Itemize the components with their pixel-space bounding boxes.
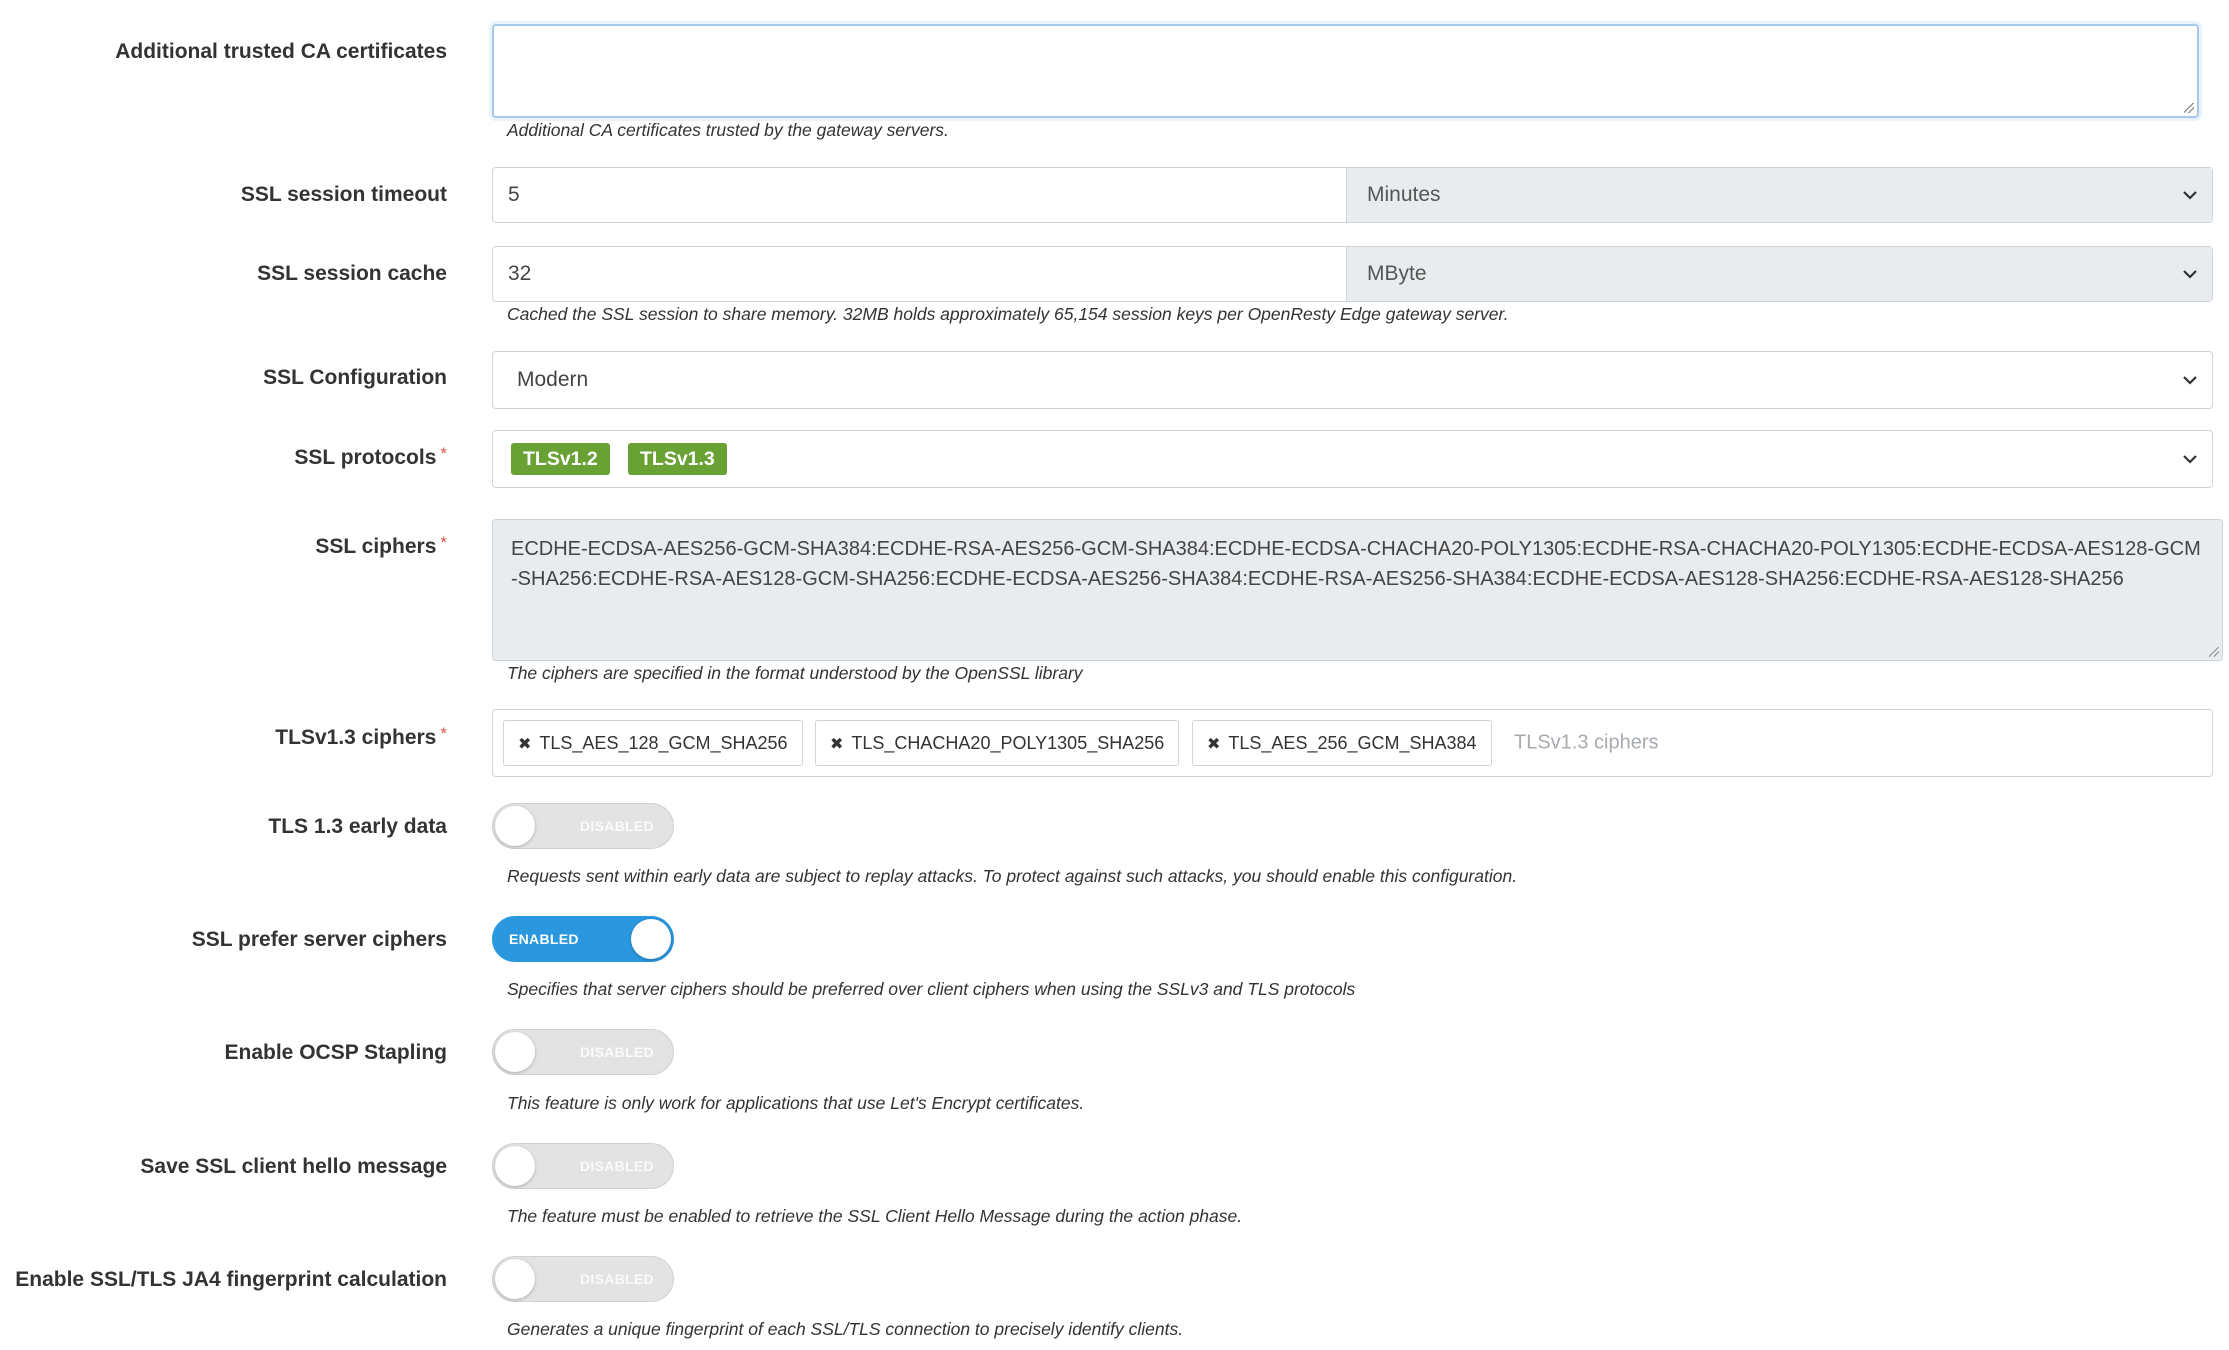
ssl-ciphers-label: SSL ciphers * (315, 533, 447, 558)
session-cache-group: 32 MByte (492, 246, 2213, 302)
additional-ca-label: Additional trusted CA certificates (115, 40, 447, 63)
cipher-chip-label: TLS_AES_256_GCM_SHA384 (1228, 733, 1477, 753)
cipher-chip: ✖ TLS_CHACHA20_POLY1305_SHA256 (815, 720, 1180, 766)
session-cache-label: SSL session cache (257, 262, 447, 285)
session-timeout-input[interactable]: 5 (508, 183, 520, 207)
required-marker: * (440, 724, 447, 743)
early-data-label: TLS 1.3 early data (268, 815, 447, 838)
prefer-server-ciphers-toggle[interactable]: ENABLED (492, 916, 674, 962)
session-cache-unit-select[interactable]: MByte (1346, 247, 2212, 301)
session-cache-unit-value: MByte (1367, 262, 1427, 285)
ssl-ciphers-textarea[interactable]: ECDHE-ECDSA-AES256-GCM-SHA384:ECDHE-RSA-… (492, 519, 2223, 661)
ssl-configuration-value: Modern (517, 368, 589, 391)
session-timeout-group: 5 Minutes (492, 167, 2213, 223)
session-cache-help: Cached the SSL session to share memory. … (507, 304, 1509, 324)
tls13-ciphers-label: TLSv1.3 ciphers * (275, 724, 447, 749)
chevron-down-icon (2183, 270, 2197, 279)
remove-icon[interactable]: ✖ (830, 736, 843, 753)
ja4-help: Generates a unique fingerprint of each S… (507, 1319, 1184, 1339)
ssl-ciphers-value: ECDHE-ECDSA-AES256-GCM-SHA384:ECDHE-RSA-… (511, 538, 2201, 590)
chevron-down-icon (2183, 455, 2197, 464)
resize-grip-icon[interactable] (2184, 103, 2194, 113)
client-hello-toggle[interactable]: DISABLED (492, 1143, 674, 1189)
ssl-protocols-select[interactable]: TLSv1.2 TLSv1.3 (492, 430, 2213, 488)
session-timeout-unit-select[interactable]: Minutes (1346, 168, 2212, 222)
toggle-state: DISABLED (580, 818, 654, 834)
prefer-server-ciphers-help: Specifies that server ciphers should be … (507, 979, 1356, 999)
ja4-toggle[interactable]: DISABLED (492, 1256, 674, 1302)
ocsp-stapling-toggle[interactable]: DISABLED (492, 1029, 674, 1075)
ssl-configuration-label: SSL Configuration (263, 366, 447, 389)
client-hello-help: The feature must be enabled to retrieve … (507, 1206, 1243, 1226)
session-timeout-label: SSL session timeout (240, 183, 447, 206)
chevron-down-icon (2183, 191, 2197, 200)
toggle-knob (495, 1032, 535, 1072)
toggle-state: ENABLED (509, 931, 579, 947)
session-timeout-unit-value: Minutes (1367, 183, 1441, 206)
ocsp-stapling-help: This feature is only work for applicatio… (507, 1093, 1085, 1113)
client-hello-label: Save SSL client hello message (140, 1155, 447, 1178)
toggle-state: DISABLED (580, 1271, 654, 1287)
additional-ca-textarea[interactable] (492, 24, 2199, 118)
early-data-toggle[interactable]: DISABLED (492, 803, 674, 849)
ja4-label: Enable SSL/TLS JA4 fingerprint calculati… (15, 1268, 447, 1291)
session-cache-input[interactable]: 32 (508, 262, 531, 286)
toggle-knob (495, 1146, 535, 1186)
toggle-knob (495, 806, 535, 846)
prefer-server-ciphers-label: SSL prefer server ciphers (191, 928, 447, 951)
cipher-chip-label: TLS_AES_128_GCM_SHA256 (539, 733, 788, 753)
early-data-help: Requests sent within early data are subj… (507, 866, 1518, 886)
ssl-ciphers-help: The ciphers are specified in the format … (507, 663, 1083, 683)
ocsp-stapling-label: Enable OCSP Stapling (224, 1041, 448, 1064)
ssl-configuration-select[interactable]: Modern (492, 351, 2213, 409)
cipher-chip: ✖ TLS_AES_128_GCM_SHA256 (503, 720, 803, 766)
remove-icon[interactable]: ✖ (1207, 736, 1220, 753)
toggle-state: DISABLED (580, 1044, 654, 1060)
cipher-chip-label: TLS_CHACHA20_POLY1305_SHA256 (851, 733, 1165, 753)
additional-ca-help: Additional CA certificates trusted by th… (507, 120, 949, 140)
required-marker: * (440, 533, 447, 552)
required-marker: * (440, 444, 447, 463)
tls13-ciphers-search-input[interactable]: TLSv1.3 ciphers (1514, 732, 1659, 755)
resize-grip-icon[interactable] (2209, 647, 2219, 657)
protocol-tag[interactable]: TLSv1.3 (628, 443, 727, 475)
cipher-chip: ✖ TLS_AES_256_GCM_SHA384 (1192, 720, 1492, 766)
tls13-ciphers-multiselect[interactable]: ✖ TLS_AES_128_GCM_SHA256 ✖ TLS_CHACHA20_PO… (492, 709, 2213, 777)
remove-icon[interactable]: ✖ (518, 736, 531, 753)
chevron-down-icon (2183, 376, 2197, 385)
protocol-tag[interactable]: TLSv1.2 (511, 443, 610, 475)
toggle-knob (495, 1259, 535, 1299)
ssl-protocols-label: SSL protocols * (294, 444, 447, 469)
toggle-knob (631, 919, 671, 959)
toggle-state: DISABLED (580, 1158, 654, 1174)
